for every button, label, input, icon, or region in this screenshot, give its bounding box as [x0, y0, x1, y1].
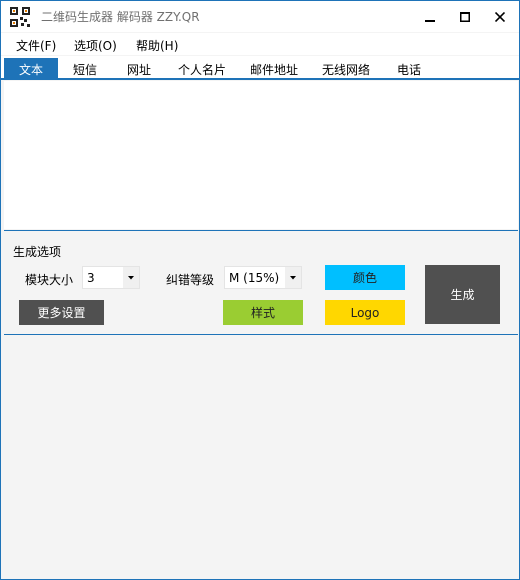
- error-correction-select[interactable]: M (15%): [224, 266, 302, 289]
- color-button[interactable]: 颜色: [325, 265, 405, 290]
- menu-bar: 文件(F) 选项(O) 帮助(H): [1, 33, 519, 55]
- qr-code-app-icon: [9, 6, 31, 28]
- tab-business-card[interactable]: 个人名片: [166, 58, 238, 80]
- error-correction-value: M (15%): [229, 271, 280, 285]
- minimize-button[interactable]: [413, 1, 447, 32]
- error-correction-label: 纠错等级: [166, 273, 215, 287]
- window-title: 二维码生成器 解码器 ZZY.QR: [41, 10, 200, 24]
- logo-button[interactable]: Logo: [325, 300, 405, 325]
- divider: [4, 334, 518, 335]
- tab-email[interactable]: 邮件地址: [238, 58, 310, 80]
- module-size-label: 模块大小: [25, 273, 74, 287]
- style-button[interactable]: 样式: [223, 300, 303, 325]
- menu-file[interactable]: 文件(F): [16, 37, 56, 54]
- module-size-select[interactable]: 3: [82, 266, 140, 289]
- tab-url[interactable]: 网址: [112, 58, 166, 80]
- close-icon: [495, 11, 505, 22]
- tab-phone[interactable]: 电话: [382, 58, 436, 80]
- title-bar[interactable]: 二维码生成器 解码器 ZZY.QR: [1, 1, 519, 32]
- tab-wifi[interactable]: 无线网络: [310, 58, 382, 80]
- qr-output-area: [1, 336, 519, 579]
- menu-options[interactable]: 选项(O): [74, 37, 117, 54]
- dropdown-arrow-icon: [285, 267, 301, 288]
- minimize-icon: [425, 19, 435, 22]
- module-size-value: 3: [87, 271, 95, 285]
- text-content-input[interactable]: [4, 81, 518, 229]
- generate-options-heading: 生成选项: [13, 245, 62, 259]
- maximize-icon: [460, 11, 470, 22]
- close-button[interactable]: [483, 1, 517, 32]
- tab-text[interactable]: 文本: [4, 58, 58, 80]
- tab-sms[interactable]: 短信: [58, 58, 112, 80]
- divider: [4, 230, 518, 231]
- generate-button[interactable]: 生成: [425, 265, 500, 324]
- tab-bar: 文本 短信 网址 个人名片 邮件地址 无线网络 电话: [1, 56, 519, 80]
- main-window: 二维码生成器 解码器 ZZY.QR 文件(F) 选项(O) 帮助(H) 文本 短…: [0, 0, 520, 580]
- menu-help[interactable]: 帮助(H): [136, 37, 178, 54]
- maximize-button[interactable]: [448, 1, 482, 32]
- dropdown-arrow-icon: [123, 267, 139, 288]
- more-settings-button[interactable]: 更多设置: [19, 300, 104, 325]
